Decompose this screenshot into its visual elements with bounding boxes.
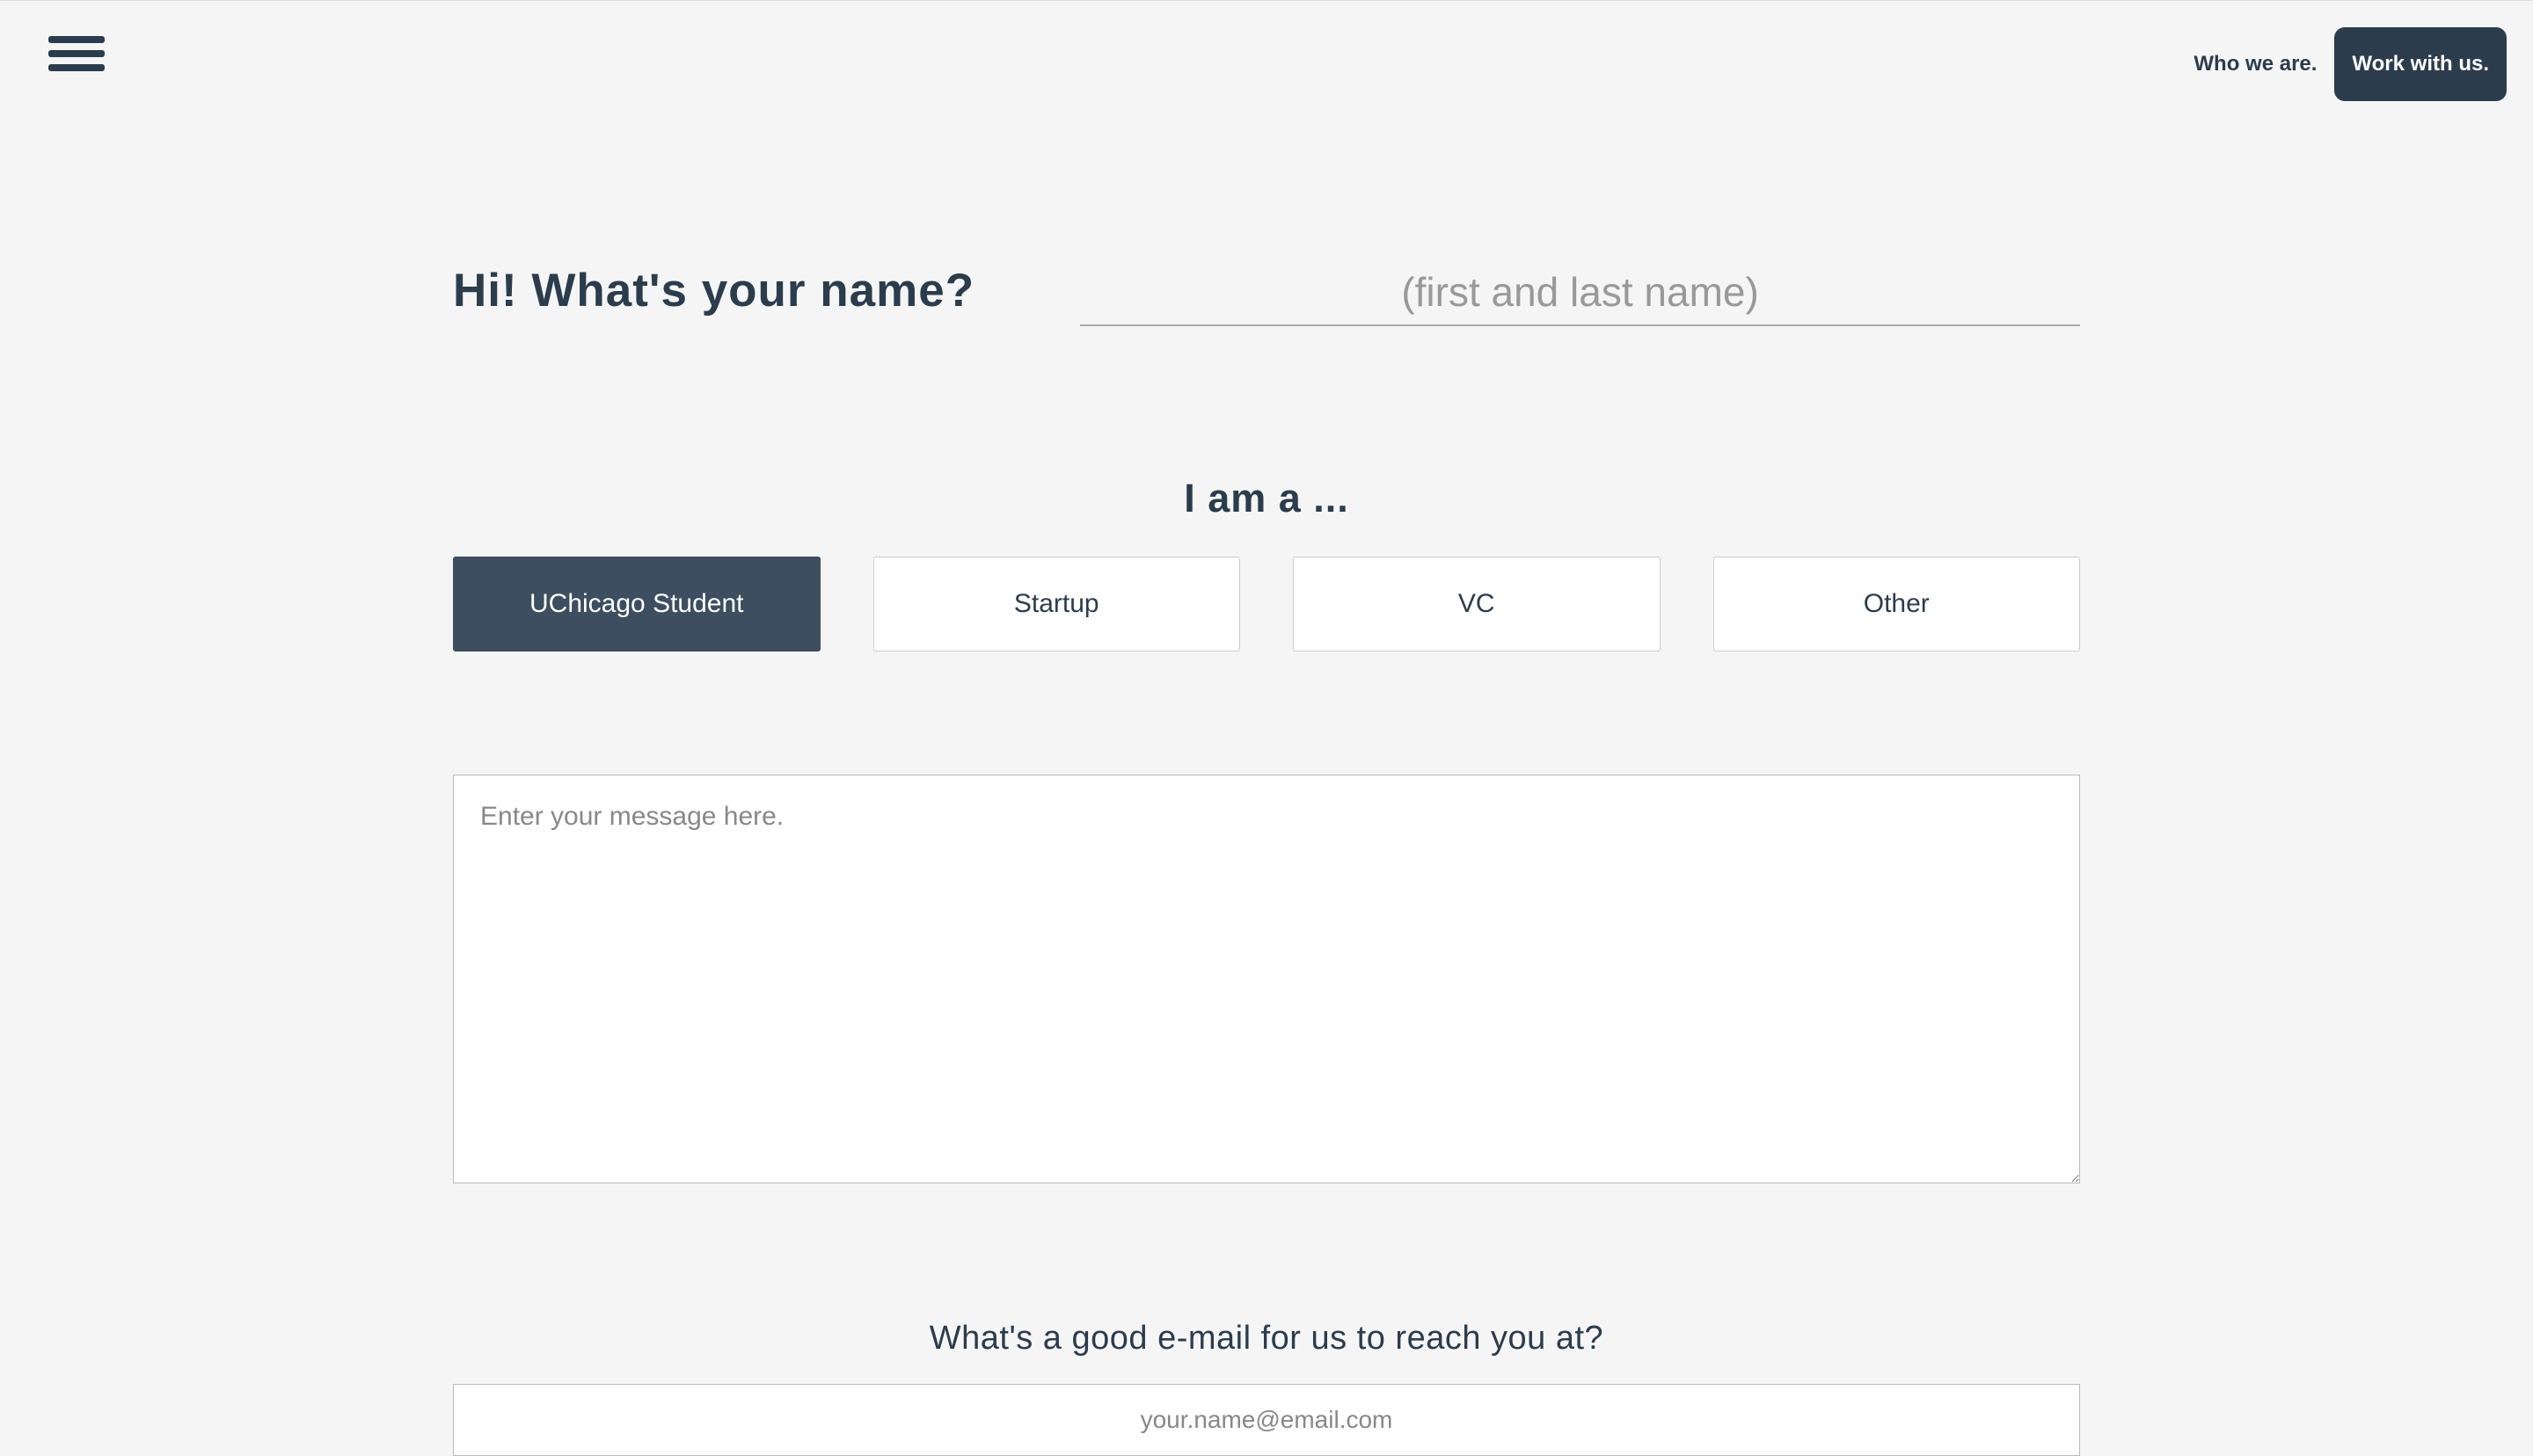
role-button-startup[interactable]: Startup <box>873 557 1241 652</box>
work-with-us-button[interactable]: Work with us. <box>2334 27 2507 101</box>
who-we-are-link[interactable]: Who we are. <box>2194 52 2317 76</box>
message-textarea[interactable] <box>453 775 2080 1183</box>
role-button-vc[interactable]: VC <box>1293 557 1661 652</box>
hamburger-menu-icon[interactable] <box>48 27 105 71</box>
role-button-uchicago-student[interactable]: UChicago Student <box>453 557 821 652</box>
email-label: What's a good e-mail for us to reach you… <box>453 1320 2080 1358</box>
role-label: I am a ... <box>453 476 2080 521</box>
role-buttons: UChicago Student Startup VC Other <box>453 557 2080 652</box>
email-input[interactable] <box>453 1384 2080 1456</box>
name-label: Hi! What's your name? <box>453 264 975 317</box>
nav-links: Who we are. Work with us. <box>2194 27 2507 101</box>
role-button-other[interactable]: Other <box>1713 557 2081 652</box>
contact-form: Hi! What's your name? I am a ... UChicag… <box>193 101 2340 1456</box>
name-input[interactable] <box>1080 259 2080 326</box>
